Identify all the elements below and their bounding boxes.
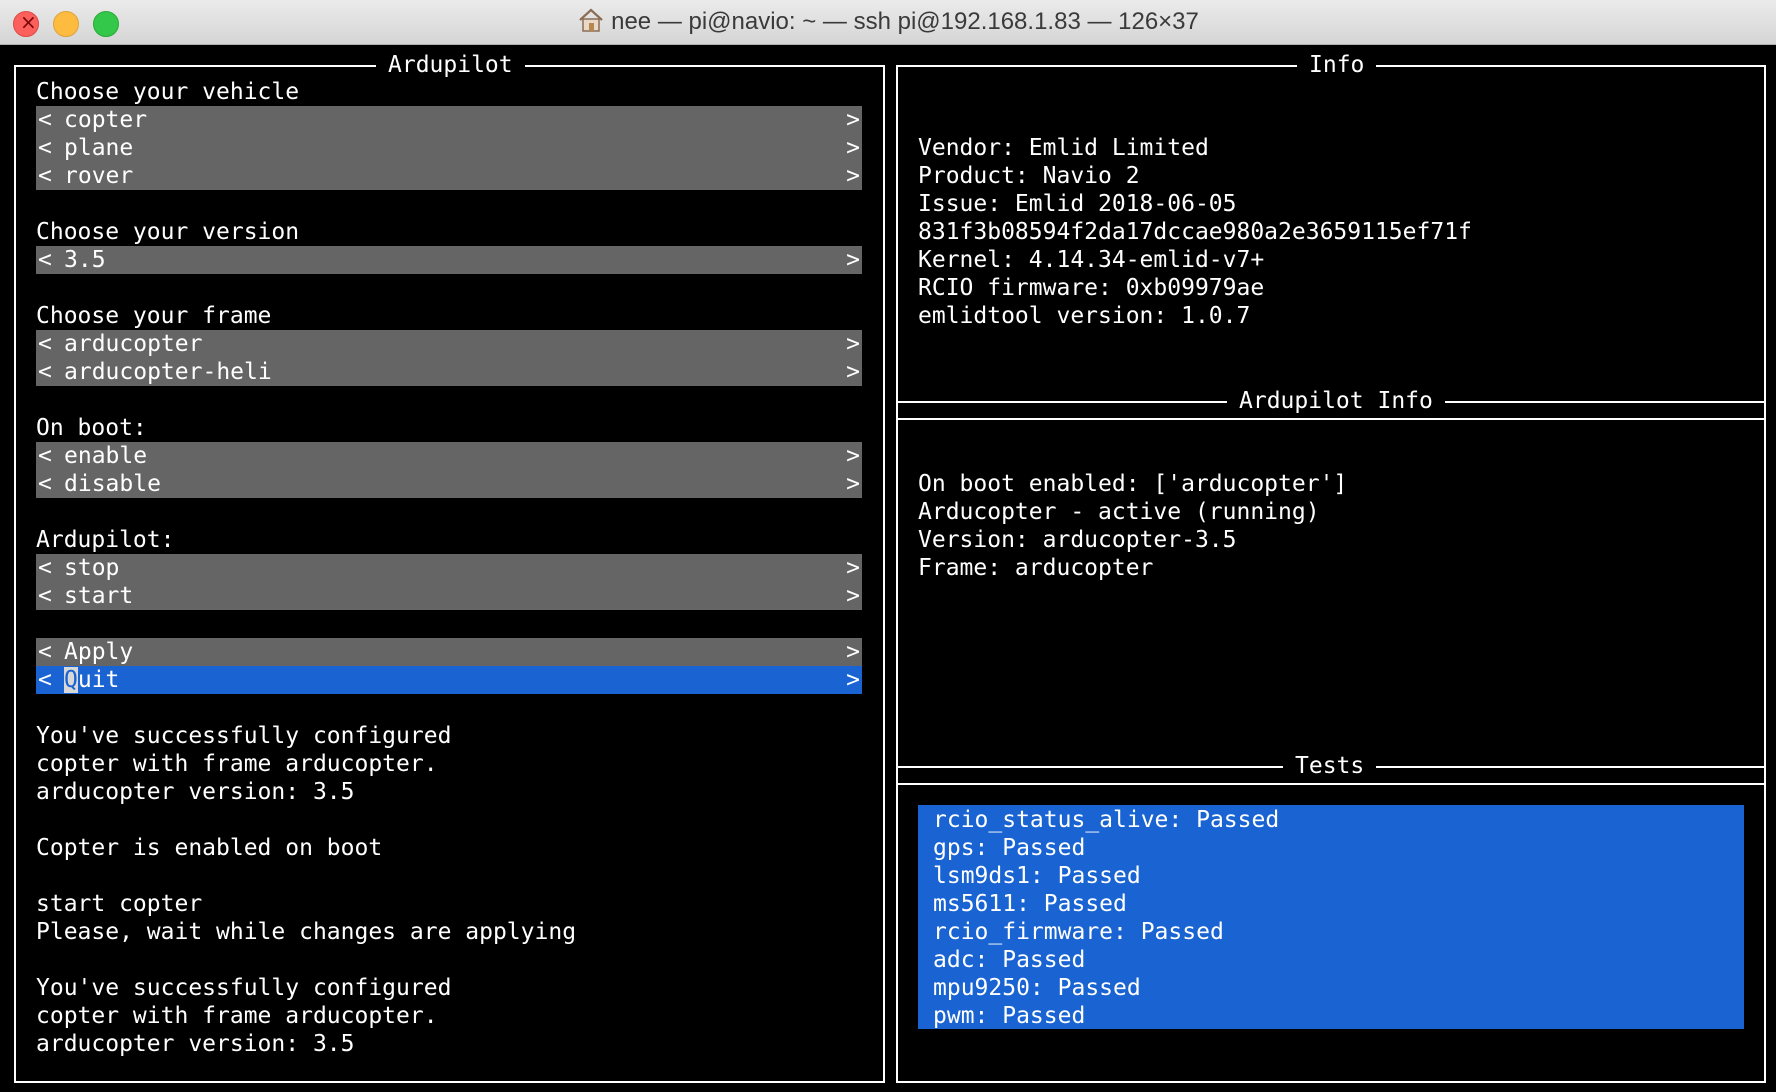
info-line: Vendor: Emlid Limited — [918, 135, 1209, 161]
right-arrow: > — [846, 107, 860, 133]
test-result: gps: Passed — [933, 835, 1086, 861]
option-label: enable — [64, 443, 148, 469]
left-arrow: < — [38, 135, 52, 161]
boot-heading: On boot: — [36, 415, 147, 441]
option-arducopter-heli[interactable]: < arducopter-heli > — [36, 358, 862, 386]
left-arrow: < — [38, 667, 52, 693]
apply-button[interactable]: < Apply > — [36, 638, 862, 666]
version-heading: Choose your version — [36, 219, 300, 245]
right-arrow: > — [846, 555, 860, 581]
option-label: plane — [64, 135, 134, 161]
log-line: arducopter version: 3.5 — [36, 779, 355, 805]
tests-panel-title: Tests — [1283, 752, 1377, 780]
option-stop[interactable]: < stop > — [36, 554, 862, 582]
quit-label: Quit — [64, 666, 119, 694]
right-arrow: > — [846, 135, 860, 161]
left-arrow: < — [38, 639, 52, 665]
terminal-content[interactable]: Ardupilot Choose your vehicle < copter >… — [0, 45, 1776, 1092]
left-arrow: < — [38, 247, 52, 273]
title-bar: nee — pi@navio: ~ — ssh pi@192.168.1.83 … — [0, 0, 1776, 45]
home-icon — [579, 8, 603, 32]
right-arrow: > — [846, 331, 860, 357]
option-disable[interactable]: < disable > — [36, 470, 862, 498]
left-arrow: < — [38, 583, 52, 609]
ardupilot-info-line: Version: arducopter-3.5 — [918, 527, 1237, 553]
ardupilot-info-panel-title: Ardupilot Info — [1227, 387, 1445, 415]
right-arrow: > — [846, 359, 860, 385]
option-label: copter — [64, 107, 148, 133]
ardupilot-info-panel: Ardupilot Info — [896, 387, 1766, 785]
test-result: ms5611: Passed — [933, 891, 1127, 917]
option-label: arducopter-heli — [64, 359, 272, 385]
quit-button[interactable]: < Quit > — [36, 666, 862, 694]
ardupilot-info-line: Arducopter - active (running) — [918, 499, 1320, 525]
option-label: start — [64, 583, 134, 609]
info-line: emlidtool version: 1.0.7 — [918, 303, 1251, 329]
right-arrow: > — [846, 471, 860, 497]
log-line: copter with frame arducopter. — [36, 751, 438, 777]
ardupilot-info-line: On boot enabled: ['arducopter'] — [918, 471, 1348, 497]
right-arrow: > — [846, 443, 860, 469]
test-result: adc: Passed — [933, 947, 1086, 973]
right-arrow: > — [846, 639, 860, 665]
option-label: stop — [64, 555, 120, 581]
right-arrow: > — [846, 247, 860, 273]
quit-label-rest: uit — [77, 667, 120, 693]
terminal-window: nee — pi@navio: ~ — ssh pi@192.168.1.83 … — [0, 0, 1776, 1092]
test-result: lsm9ds1: Passed — [933, 863, 1141, 889]
log-line: You've successfully configured — [36, 975, 452, 1001]
option-enable[interactable]: < enable > — [36, 442, 862, 470]
test-result: rcio_firmware: Passed — [933, 919, 1224, 945]
option-label: rover — [64, 163, 134, 189]
option-copter[interactable]: < copter > — [36, 106, 862, 134]
option-label: arducopter — [64, 331, 203, 357]
log-line: Please, wait while changes are applying — [36, 919, 577, 945]
option-label: disable — [64, 471, 161, 497]
text-cursor: Q — [64, 667, 78, 693]
log-line: Copter is enabled on boot — [36, 835, 383, 861]
log-line: start copter — [36, 891, 203, 917]
apply-label: Apply — [64, 639, 134, 665]
ardupilot-heading: Ardupilot: — [36, 527, 175, 553]
left-arrow: < — [38, 555, 52, 581]
option-version-3-5[interactable]: < 3.5 > — [36, 246, 862, 274]
info-line: Product: Navio 2 — [918, 163, 1140, 189]
frame-heading: Choose your frame — [36, 303, 272, 329]
left-arrow: < — [38, 471, 52, 497]
test-result: pwm: Passed — [933, 1003, 1086, 1029]
log-line: arducopter version: 3.5 — [36, 1031, 355, 1057]
option-start[interactable]: < start > — [36, 582, 862, 610]
ardupilot-panel-title: Ardupilot — [376, 51, 525, 79]
left-arrow: < — [38, 443, 52, 469]
left-arrow: < — [38, 359, 52, 385]
info-line: 831f3b08594f2da17dccae980a2e3659115ef71f — [918, 219, 1472, 245]
option-plane[interactable]: < plane > — [36, 134, 862, 162]
info-panel-title: Info — [1297, 51, 1377, 79]
option-rover[interactable]: < rover > — [36, 162, 862, 190]
info-line: Issue: Emlid 2018-06-05 — [918, 191, 1237, 217]
test-result: rcio_status_alive: Passed — [933, 807, 1280, 833]
right-arrow: > — [846, 163, 860, 189]
option-label: 3.5 — [64, 247, 106, 273]
log-line: copter with frame arducopter. — [36, 1003, 438, 1029]
log-line: You've successfully configured — [36, 723, 452, 749]
left-arrow: < — [38, 331, 52, 357]
ardupilot-info-line: Frame: arducopter — [918, 555, 1154, 581]
option-arducopter[interactable]: < arducopter > — [36, 330, 862, 358]
left-arrow: < — [38, 163, 52, 189]
right-arrow: > — [846, 667, 860, 693]
window-title: nee — pi@navio: ~ — ssh pi@192.168.1.83 … — [611, 8, 1199, 35]
info-line: RCIO firmware: 0xb09979ae — [918, 275, 1265, 301]
window-title-container: nee — pi@navio: ~ — ssh pi@192.168.1.83 … — [0, 8, 1776, 36]
right-arrow: > — [846, 583, 860, 609]
test-result: mpu9250: Passed — [933, 975, 1141, 1001]
info-line: Kernel: 4.14.34-emlid-v7+ — [918, 247, 1265, 273]
vehicle-heading: Choose your vehicle — [36, 79, 300, 105]
left-arrow: < — [38, 107, 52, 133]
